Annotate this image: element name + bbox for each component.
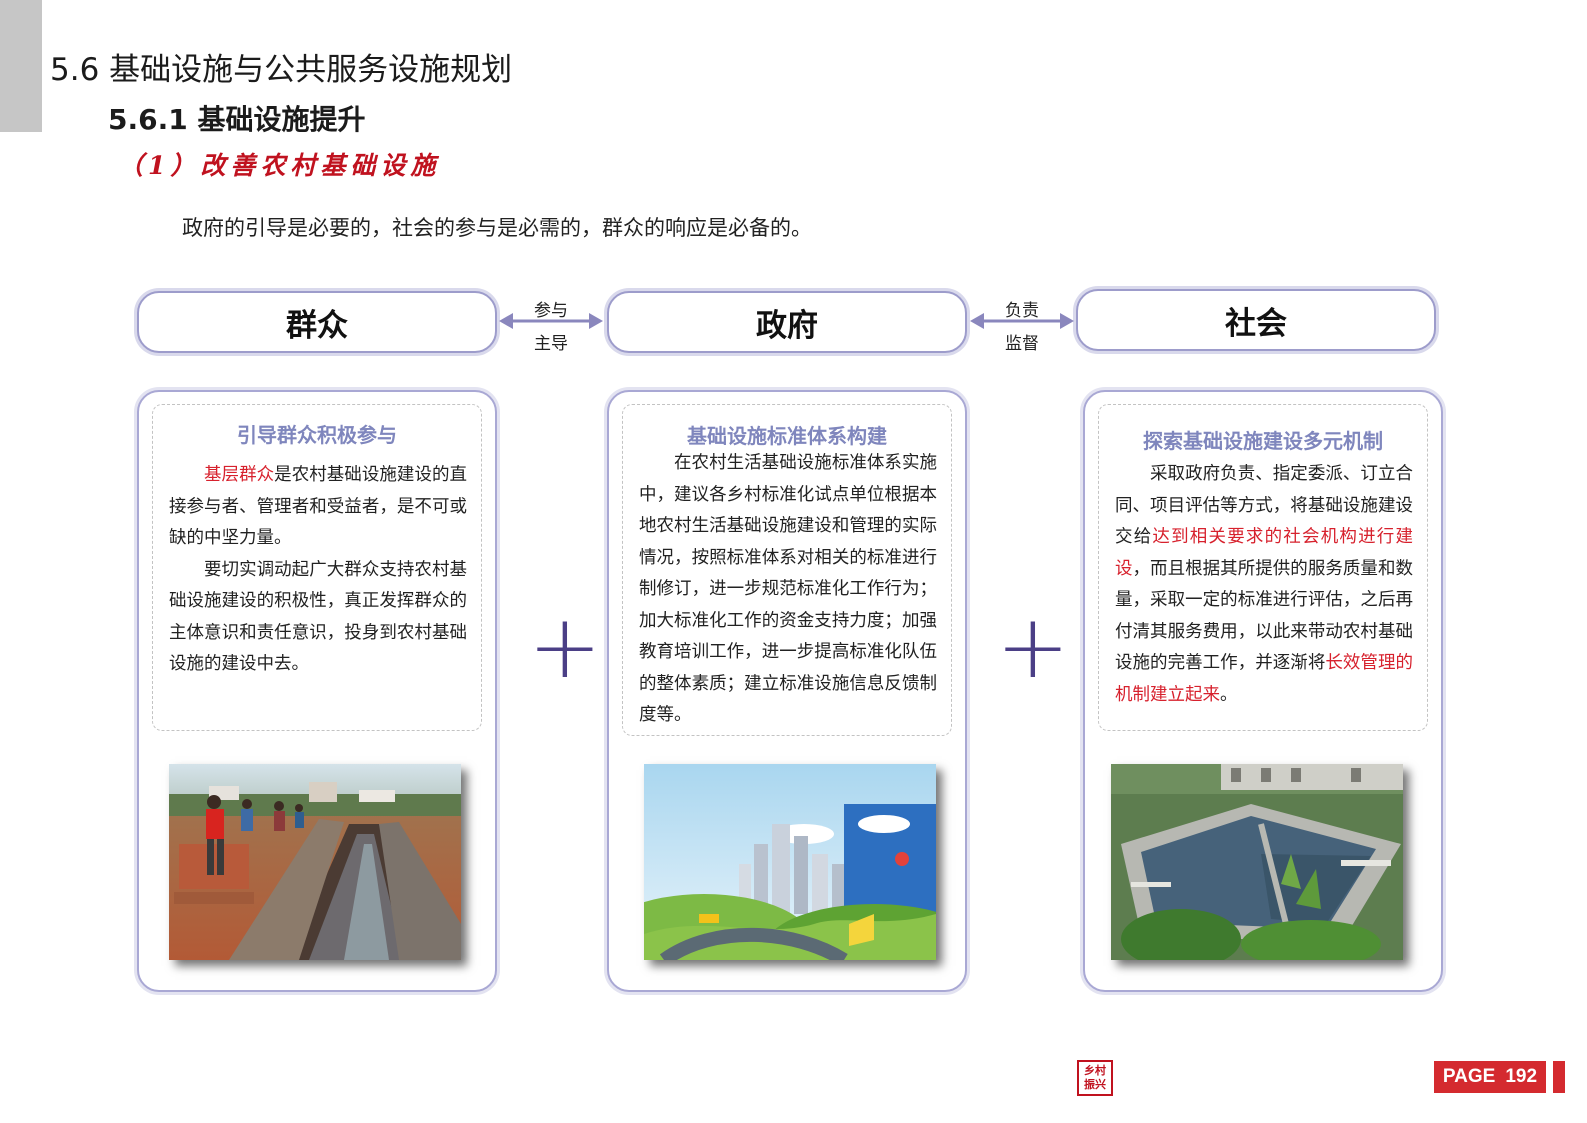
card-body: 基层群众是农村基础设施建设的直接参与者、管理者和受益者，是不可或缺的中坚力量。 … — [169, 460, 467, 681]
card-body: 采取政府负责、指定委派、订立合同、项目评估等方式，将基础设施建设交给达到相关要求… — [1115, 459, 1413, 711]
arrow-government-society: 负责 监督 — [970, 296, 1074, 354]
plus-icon: + — [996, 595, 1070, 698]
role-government: 政府 — [607, 291, 967, 353]
card-society: 探索基础设施建设多元机制 采取政府负责、指定委派、订立合同、项目评估等方式，将基… — [1083, 390, 1443, 992]
double-arrow-icon — [970, 313, 1074, 329]
arrow-label-bottom: 监督 — [1005, 334, 1039, 354]
section-heading: 5.6 基础设施与公共服务设施规划 — [50, 52, 513, 88]
paragraph: 在农村生活基础设施标准体系实施中，建议各乡村标准化试点单位根据本地农村生活基础设… — [639, 453, 937, 725]
highlight-text: 基层群众 — [204, 465, 275, 485]
double-arrow-icon — [499, 313, 603, 329]
photo-water-treatment-pond — [1111, 764, 1403, 960]
page-number-badge: PAGE 192 — [1434, 1061, 1546, 1093]
body-text: 。 — [1220, 684, 1238, 705]
card-title: 探索基础设施建设多元机制 — [1143, 429, 1383, 453]
logo-stamp: 乡村振兴 — [1077, 1060, 1113, 1096]
plus-icon: + — [528, 595, 602, 698]
photo-city-illustration — [644, 764, 936, 960]
paragraph: 采取政府负责、指定委派、订立合同、项目评估等方式，将基础设施建设交给达到相关要求… — [1115, 459, 1413, 711]
page-label: PAGE — [1442, 1066, 1496, 1087]
page-edge-strip — [1553, 1061, 1565, 1093]
side-accent-bar — [0, 0, 42, 132]
card-title: 基础设施标准体系构建 — [687, 424, 887, 448]
intro-text: 政府的引导是必要的，社会的参与是必需的，群众的响应是必备的。 — [182, 216, 812, 240]
card-masses: 引导群众积极参与 基层群众是农村基础设施建设的直接参与者、管理者和受益者，是不可… — [137, 390, 497, 992]
subsection-heading: 5.6.1 基础设施提升 — [108, 103, 366, 136]
role-masses: 群众 — [137, 291, 497, 353]
card-body: 在农村生活基础设施标准体系实施中，建议各乡村标准化试点单位根据本地农村生活基础设… — [639, 448, 937, 732]
item-heading: （1）改善农村基础设施 — [118, 151, 441, 180]
arrow-masses-government: 参与 主导 — [499, 296, 603, 354]
arrow-label-bottom: 主导 — [534, 334, 568, 354]
page-number: 192 — [1505, 1066, 1538, 1087]
role-society: 社会 — [1076, 289, 1436, 351]
photo-villagers-building-canal — [169, 764, 461, 960]
paragraph: 要切实调动起广大群众支持农村基础设施建设的积极性，真正发挥群众的主体意识和责任意… — [169, 559, 467, 675]
card-title: 引导群众积极参与 — [237, 423, 397, 447]
card-government: 基础设施标准体系构建 在农村生活基础设施标准体系实施中，建议各乡村标准化试点单位… — [607, 390, 967, 992]
paragraph: 基层群众是农村基础设施建设的直接参与者、管理者和受益者，是不可或缺的中坚力量。 — [169, 460, 467, 555]
